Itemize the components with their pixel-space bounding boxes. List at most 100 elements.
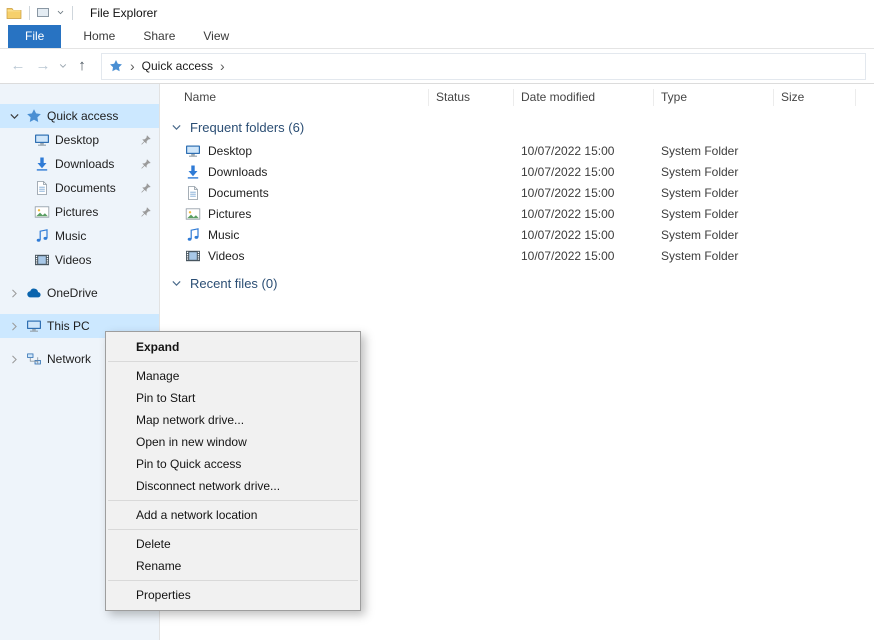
sidebar-item-downloads[interactable]: Downloads [0, 152, 159, 176]
menu-item-pin-to-quick-access[interactable]: Pin to Quick access [106, 453, 360, 475]
title-bar: File Explorer [0, 0, 874, 25]
row-date-modified: 10/07/2022 15:00 [514, 165, 654, 179]
window-title: File Explorer [90, 6, 157, 20]
file-row-pictures[interactable]: Pictures 10/07/2022 15:00 System Folder [160, 203, 874, 224]
tab-view[interactable]: View [189, 25, 243, 48]
column-header-type[interactable]: Type [654, 89, 774, 106]
music-icon [34, 228, 50, 244]
sidebar-item-label: Documents [55, 181, 116, 195]
column-header-name[interactable]: Name [160, 89, 429, 106]
column-header-status[interactable]: Status [429, 89, 514, 106]
pictures-icon [185, 206, 201, 222]
menu-separator [108, 361, 358, 362]
breadcrumb-chevron-icon[interactable]: › [130, 59, 135, 73]
row-type: System Folder [654, 165, 774, 179]
forward-icon[interactable]: → [31, 54, 55, 78]
menu-item-expand[interactable]: Expand [106, 336, 360, 358]
chevron-right-icon[interactable] [8, 320, 21, 333]
sidebar-item-quick-access[interactable]: Quick access [0, 104, 159, 128]
context-menu: Expand Manage Pin to Start Map network d… [105, 331, 361, 611]
sidebar-item-videos[interactable]: Videos [0, 248, 159, 272]
sidebar-item-documents[interactable]: Documents [0, 176, 159, 200]
menu-item-rename[interactable]: Rename [106, 555, 360, 577]
downloads-icon [185, 164, 201, 180]
back-icon[interactable]: ← [6, 54, 30, 78]
menu-item-manage[interactable]: Manage [106, 365, 360, 387]
file-row-downloads[interactable]: Downloads 10/07/2022 15:00 System Folder [160, 161, 874, 182]
tab-home[interactable]: Home [69, 25, 129, 48]
row-type: System Folder [654, 207, 774, 221]
chevron-down-icon[interactable] [170, 277, 183, 290]
up-icon[interactable]: ↑ [70, 54, 94, 78]
file-row-documents[interactable]: Documents 10/07/2022 15:00 System Folder [160, 182, 874, 203]
sidebar-item-pictures[interactable]: Pictures [0, 200, 159, 224]
group-header-label: Recent files (0) [190, 276, 277, 291]
sidebar-item-label: Quick access [47, 109, 118, 123]
row-type: System Folder [654, 144, 774, 158]
menu-separator [108, 500, 358, 501]
row-type: System Folder [654, 249, 774, 263]
breadcrumb-location[interactable]: Quick access [142, 59, 213, 73]
desktop-icon [185, 143, 201, 159]
chevron-right-icon[interactable] [8, 353, 21, 366]
column-header-size[interactable]: Size [774, 89, 856, 106]
navigation-toolbar: ← → ↑ › Quick access › [0, 49, 874, 84]
tab-share[interactable]: Share [129, 25, 189, 48]
row-type: System Folder [654, 186, 774, 200]
qat-customize-chevron-down-icon[interactable] [56, 8, 65, 17]
row-name: Music [208, 228, 239, 242]
file-row-videos[interactable]: Videos 10/07/2022 15:00 System Folder [160, 245, 874, 266]
file-row-desktop[interactable]: Desktop 10/07/2022 15:00 System Folder [160, 140, 874, 161]
sidebar-item-label: This PC [47, 319, 90, 333]
row-date-modified: 10/07/2022 15:00 [514, 186, 654, 200]
this-pc-monitor-icon [26, 318, 42, 334]
menu-item-pin-to-start[interactable]: Pin to Start [106, 387, 360, 409]
sidebar-item-label: Desktop [55, 133, 99, 147]
desktop-icon [34, 132, 50, 148]
pictures-icon [34, 204, 50, 220]
pin-icon [139, 182, 152, 195]
qat-separator [72, 6, 73, 20]
sidebar-item-music[interactable]: Music [0, 224, 159, 248]
menu-separator [108, 529, 358, 530]
sidebar-item-label: Downloads [55, 157, 114, 171]
tab-file[interactable]: File [8, 25, 61, 48]
address-bar[interactable]: › Quick access › [101, 53, 866, 80]
group-header-recent-files[interactable]: Recent files (0) [170, 276, 874, 291]
qat-separator [29, 6, 30, 20]
qat-button-icon[interactable] [37, 8, 49, 17]
chevron-down-icon[interactable] [8, 110, 21, 123]
menu-item-delete[interactable]: Delete [106, 533, 360, 555]
breadcrumb-chevron-icon[interactable]: › [220, 59, 225, 73]
row-name: Videos [208, 249, 244, 263]
chevron-right-icon[interactable] [8, 287, 21, 300]
column-header-date-modified[interactable]: Date modified [514, 89, 654, 106]
row-date-modified: 10/07/2022 15:00 [514, 207, 654, 221]
pin-icon [139, 206, 152, 219]
row-name: Documents [208, 186, 269, 200]
menu-item-add-a-network-location[interactable]: Add a network location [106, 504, 360, 526]
sidebar-item-onedrive[interactable]: OneDrive [0, 281, 159, 305]
onedrive-cloud-icon [26, 285, 42, 301]
menu-item-map-network-drive[interactable]: Map network drive... [106, 409, 360, 431]
documents-icon [185, 185, 201, 201]
menu-item-properties[interactable]: Properties [106, 584, 360, 606]
documents-icon [34, 180, 50, 196]
sidebar-item-label: Pictures [55, 205, 98, 219]
sidebar-item-desktop[interactable]: Desktop [0, 128, 159, 152]
quick-access-star-icon [26, 108, 42, 124]
group-header-frequent-folders[interactable]: Frequent folders (6) [170, 120, 874, 135]
file-row-music[interactable]: Music 10/07/2022 15:00 System Folder [160, 224, 874, 245]
menu-separator [108, 580, 358, 581]
quick-access-star-icon [109, 59, 123, 73]
sidebar-item-label: OneDrive [47, 286, 98, 300]
chevron-down-icon[interactable] [170, 121, 183, 134]
row-date-modified: 10/07/2022 15:00 [514, 228, 654, 242]
menu-item-disconnect-network-drive[interactable]: Disconnect network drive... [106, 475, 360, 497]
menu-item-open-in-new-window[interactable]: Open in new window [106, 431, 360, 453]
row-name: Downloads [208, 165, 267, 179]
sidebar-item-label: Music [55, 229, 86, 243]
recent-locations-chevron-down-icon[interactable] [56, 61, 69, 71]
sidebar-item-label: Network [47, 352, 91, 366]
row-date-modified: 10/07/2022 15:00 [514, 249, 654, 263]
